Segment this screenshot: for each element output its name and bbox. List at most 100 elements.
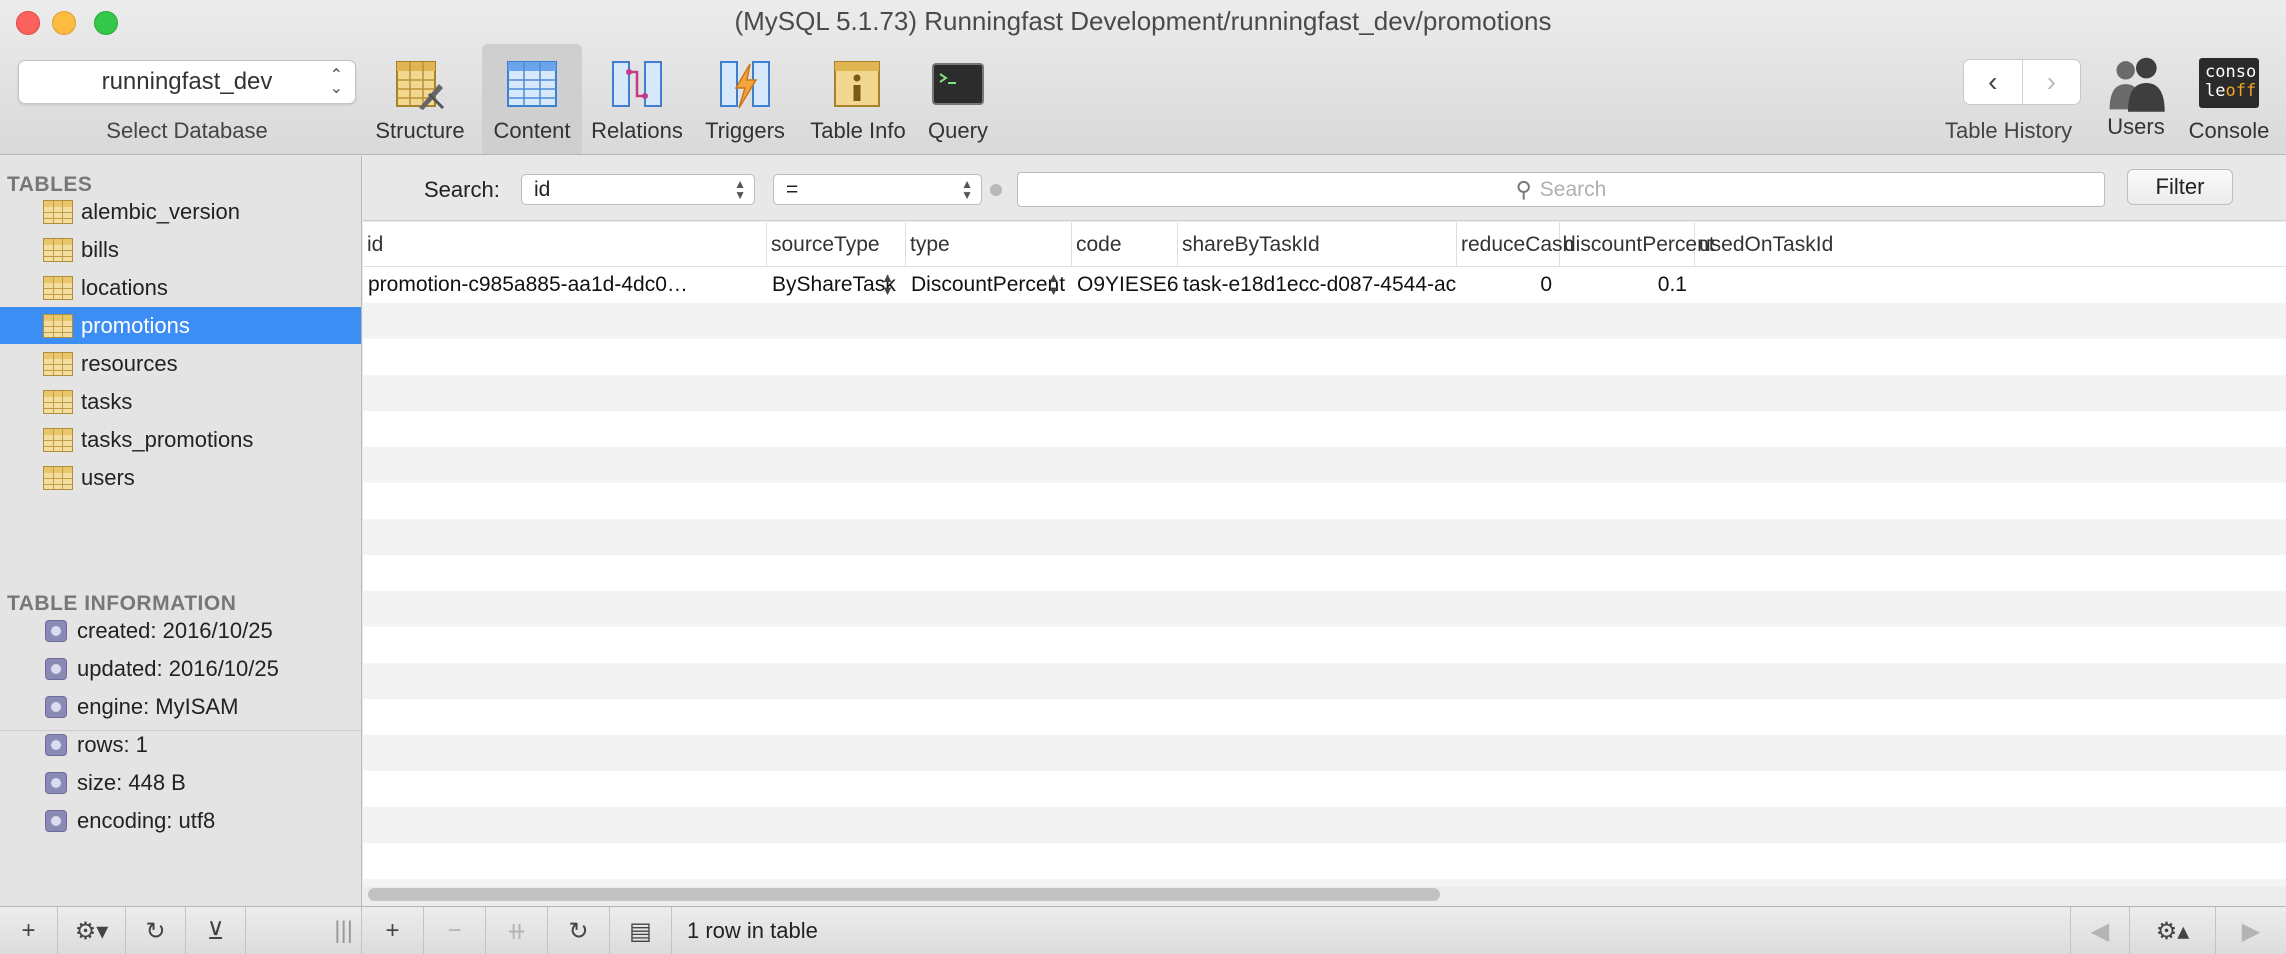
refresh-icon: ↻ — [568, 917, 589, 945]
next-page-button[interactable]: ▶ — [2216, 907, 2286, 954]
filter-field-value: id — [534, 178, 551, 201]
users-icon — [2109, 57, 2165, 112]
sidebar: TABLES alembic_version bills locations p… — [0, 156, 362, 910]
cell-sourcetype[interactable]: ByShareTask ▲ ▼ — [767, 267, 906, 303]
filter-operator-select[interactable]: = ▲ ▼ — [773, 174, 982, 205]
relations-label: Relations — [591, 118, 683, 143]
table-actions-gear-button[interactable]: ⚙▾ — [58, 907, 126, 954]
table-history-caption: Table History — [1945, 118, 2073, 143]
sidebar-resize-handle[interactable]: ||| — [246, 907, 362, 954]
table-item-resources[interactable]: resources — [0, 345, 361, 382]
column-header-usedontaskid[interactable]: usedOnTaskId — [1695, 222, 1865, 267]
refresh-tables-button[interactable]: ↻ — [126, 907, 186, 954]
info-engine: engine: MyISAM — [0, 688, 361, 725]
relations-button[interactable]: Relations — [587, 44, 687, 154]
table-item-label: users — [81, 464, 135, 490]
edit-sql-button[interactable]: ▤ — [610, 907, 672, 954]
query-button[interactable]: Query — [920, 44, 996, 154]
table-item-tasks-promotions[interactable]: tasks_promotions — [0, 421, 361, 458]
search-placeholder: Search — [1539, 177, 1607, 201]
cell-type[interactable]: DiscountPercent ▲ ▼ — [906, 267, 1072, 303]
table-item-tasks[interactable]: tasks — [0, 383, 361, 420]
table-info-button[interactable]: Table Info — [802, 44, 914, 154]
table-item-label: locations — [81, 274, 168, 300]
search-input[interactable]: ⚲ Search — [1017, 172, 2105, 207]
add-table-button[interactable]: + — [0, 907, 58, 954]
filter-field-select[interactable]: id ▲ ▼ — [521, 174, 755, 205]
horizontal-scrollbar[interactable] — [368, 888, 1440, 901]
pagination-gear-button[interactable]: ⚙▴ — [2130, 907, 2216, 954]
cell-usedontaskid[interactable] — [1695, 267, 1865, 303]
column-header-type[interactable]: type — [906, 222, 1072, 267]
bottom-bar: + ⚙▾ ↻ ⊻ ||| + − ⧺ ↻ ▤ 1 row in table ◀ … — [0, 906, 2286, 954]
add-row-button[interactable]: + — [362, 907, 424, 954]
column-header-id[interactable]: id — [363, 222, 767, 267]
cell-discountpercent[interactable]: 0.1 — [1560, 267, 1695, 303]
table-item-label: alembic_version — [81, 198, 240, 224]
updown-chevron-icon: ▲ ▼ — [1047, 270, 1060, 298]
updown-chevron-icon: ▲ ▼ — [881, 270, 894, 298]
refresh-rows-button[interactable]: ↻ — [548, 907, 610, 954]
info-label: engine: MyISAM — [77, 693, 239, 719]
table-icon — [43, 465, 73, 490]
table-row[interactable]: promotion-c985a885-aa1d-4dc0… ByShareTas… — [363, 267, 2286, 303]
document-icon: ▤ — [629, 917, 652, 945]
plus-icon: + — [21, 917, 36, 944]
table-item-users[interactable]: users — [0, 459, 361, 496]
info-label: created: 2016/10/25 — [77, 617, 273, 643]
column-header-reducecash[interactable]: reduceCash — [1457, 222, 1574, 267]
cell-code[interactable]: O9YIESE6 — [1072, 267, 1178, 303]
history-back-button[interactable]: ‹ — [1964, 60, 2022, 104]
column-header-discountpercent[interactable]: discountPercent — [1560, 222, 1715, 267]
users-label: Users — [2107, 114, 2165, 139]
column-header-code[interactable]: code — [1072, 222, 1178, 267]
duplicate-row-button[interactable]: ⧺ — [486, 907, 548, 954]
table-item-label: bills — [81, 236, 119, 262]
table-icon — [43, 275, 73, 300]
filter-operator-value: = — [786, 178, 799, 201]
content-button[interactable]: Content — [482, 44, 582, 154]
gear-icon: ⚙▾ — [74, 917, 109, 945]
triggers-button[interactable]: Triggers — [695, 44, 795, 154]
structure-button[interactable]: Structure — [372, 44, 468, 154]
plus-icon: + — [385, 917, 400, 944]
table-icon — [43, 427, 73, 452]
info-label: encoding: utf8 — [77, 807, 216, 833]
table-icon — [43, 313, 73, 338]
table-item-promotions[interactable]: promotions — [0, 307, 361, 344]
history-forward-button[interactable]: › — [2021, 60, 2081, 104]
minus-icon: − — [447, 917, 462, 944]
toolbar: (MySQL 5.1.73) Runningfast Development/r… — [0, 0, 2286, 155]
updown-chevron-icon: ▲ ▼ — [961, 177, 973, 202]
table-icon — [43, 389, 73, 414]
column-header-sharebytaskid[interactable]: shareByTaskId — [1178, 222, 1457, 267]
table-item-bills[interactable]: bills — [0, 231, 361, 268]
cell-reducecash[interactable]: 0 — [1457, 267, 1560, 303]
row-count-label: 1 row in table — [687, 918, 818, 943]
window-title: (MySQL 5.1.73) Runningfast Development/r… — [734, 6, 1552, 36]
filter-button[interactable]: Filter — [2127, 169, 2233, 205]
console-label: Console — [2188, 118, 2270, 143]
info-size: size: 448 B — [0, 764, 361, 801]
users-button[interactable]: Users — [2098, 44, 2174, 154]
info-bullet-icon — [45, 733, 67, 756]
console-button[interactable]: conso leoff Console — [2180, 44, 2278, 154]
info-label: rows: 1 — [77, 731, 148, 757]
grip-icon: ||| — [334, 917, 353, 944]
filter-tables-button[interactable]: ⊻ — [186, 907, 246, 954]
cell-sharebytaskid[interactable]: task-e18d1ecc-d087-4544-ac3d… — [1178, 267, 1457, 303]
cell-id[interactable]: promotion-c985a885-aa1d-4dc0… — [363, 267, 767, 303]
delete-row-button[interactable]: − — [424, 907, 486, 954]
table-info-icon — [834, 61, 880, 107]
triangle-left-icon: ◀ — [2090, 917, 2110, 945]
previous-page-button[interactable]: ◀ — [2070, 907, 2130, 954]
magnifier-icon: ⚲ — [1515, 176, 1532, 202]
table-item-alembic-version[interactable]: alembic_version — [0, 193, 361, 230]
updown-chevron-icon: ⌃ ⌄ — [329, 67, 343, 97]
select-database-caption: Select Database — [106, 118, 268, 143]
table-item-locations[interactable]: locations — [0, 269, 361, 306]
query-label: Query — [928, 118, 988, 143]
column-header-sourcetype[interactable]: sourceType — [767, 222, 906, 267]
database-select[interactable]: runningfast_dev ⌃ ⌄ — [18, 60, 356, 104]
console-icon-text-off: off — [2225, 81, 2257, 101]
